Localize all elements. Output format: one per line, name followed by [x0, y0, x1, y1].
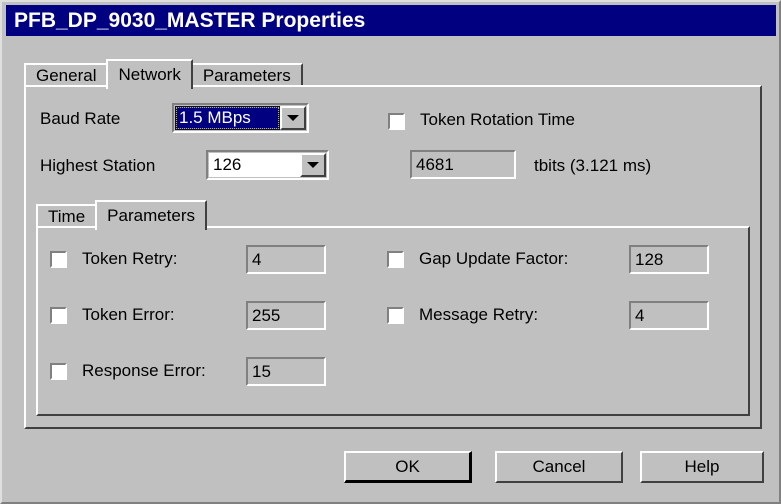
- token-retry-field[interactable]: 4: [246, 245, 326, 274]
- token-error-checkbox[interactable]: [50, 307, 67, 324]
- token-error-value: 255: [252, 305, 281, 325]
- tab-network[interactable]: Network: [106, 59, 193, 89]
- inner-tab-parameters-label: Parameters: [107, 206, 196, 225]
- cancel-button-label: Cancel: [532, 457, 586, 476]
- gap-update-factor-checkbox[interactable]: [387, 251, 404, 268]
- token-retry-value: 4: [252, 249, 262, 269]
- help-button[interactable]: Help: [640, 451, 764, 483]
- inner-tab-time-label: Time: [48, 207, 86, 226]
- token-rotation-time-checkbox[interactable]: [388, 113, 405, 130]
- parameters-tab-panel: Token Retry: 4 Token Error: 255 Response…: [36, 226, 750, 416]
- window-title: PFB_DP_9030_MASTER Properties: [14, 8, 366, 32]
- token-retry-label: Token Retry:: [82, 249, 178, 268]
- chevron-down-icon: [287, 115, 299, 121]
- highest-station-value[interactable]: 126: [209, 153, 300, 177]
- ok-button-label: OK: [395, 456, 420, 476]
- properties-dialog: PFB_DP_9030_MASTER Properties General Ne…: [0, 0, 781, 504]
- cancel-button[interactable]: Cancel: [495, 451, 623, 483]
- token-rotation-time-units: tbits (3.121 ms): [534, 156, 652, 175]
- response-error-checkbox[interactable]: [50, 363, 67, 380]
- message-retry-value: 4: [635, 305, 645, 325]
- response-error-label: Response Error:: [82, 361, 206, 380]
- token-error-label: Token Error:: [82, 305, 175, 324]
- token-error-field[interactable]: 255: [246, 301, 326, 330]
- baud-rate-combo[interactable]: 1.5 MBps: [172, 103, 309, 133]
- highest-station-dropdown-button[interactable]: [300, 153, 326, 177]
- message-retry-checkbox[interactable]: [387, 307, 404, 324]
- message-retry-label: Message Retry:: [419, 305, 539, 324]
- gap-update-factor-label: Gap Update Factor:: [419, 249, 569, 268]
- response-error-field[interactable]: 15: [246, 357, 326, 386]
- gap-update-factor-field[interactable]: 128: [629, 245, 709, 274]
- title-bar: PFB_DP_9030_MASTER Properties: [6, 5, 776, 36]
- token-rotation-time-field[interactable]: 4681: [410, 150, 516, 179]
- token-retry-checkbox[interactable]: [50, 251, 67, 268]
- message-retry-field[interactable]: 4: [629, 301, 709, 330]
- tab-parameters-label: Parameters: [202, 66, 291, 85]
- token-rotation-time-label: Token Rotation Time: [420, 110, 575, 129]
- tab-general-label: General: [36, 66, 97, 85]
- token-rotation-time-value: 4681: [416, 154, 454, 174]
- help-button-label: Help: [684, 457, 720, 476]
- inner-tab-parameters[interactable]: Parameters: [95, 200, 208, 230]
- response-error-value: 15: [252, 361, 271, 381]
- highest-station-label: Highest Station: [40, 156, 156, 175]
- baud-rate-label: Baud Rate: [40, 109, 121, 128]
- baud-rate-dropdown-button[interactable]: [280, 106, 306, 130]
- baud-rate-value[interactable]: 1.5 MBps: [175, 106, 280, 130]
- ok-button[interactable]: OK: [344, 451, 472, 483]
- chevron-down-icon: [307, 162, 319, 168]
- highest-station-combo[interactable]: 126: [206, 150, 329, 180]
- tab-network-label: Network: [118, 65, 181, 84]
- gap-update-factor-value: 128: [635, 249, 664, 269]
